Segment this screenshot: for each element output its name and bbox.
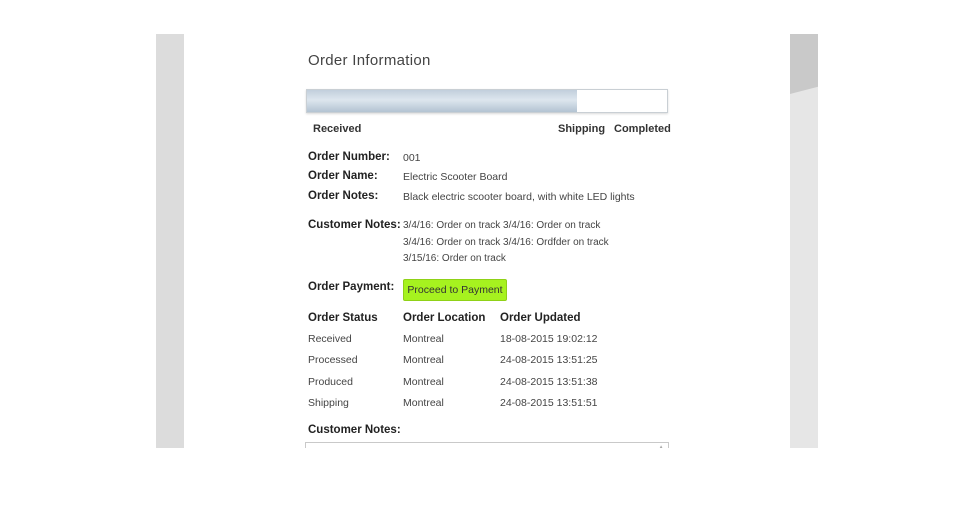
- right-bar-shade: [790, 34, 818, 94]
- col-header-updated: Order Updated: [500, 312, 581, 324]
- row-location: Montreal: [403, 354, 444, 366]
- col-header-status: Order Status: [308, 312, 378, 324]
- order-progress-fill: [307, 90, 577, 112]
- order-name-value: Electric Scooter Board: [403, 171, 508, 183]
- row-location: Montreal: [403, 397, 444, 409]
- proceed-to-payment-button[interactable]: Proceed to Payment: [403, 279, 507, 301]
- order-progress-bar: [306, 89, 668, 113]
- customer-notes-field-label: Customer Notes:: [308, 424, 401, 436]
- row-status: Produced: [308, 376, 353, 388]
- row-updated: 24-08-2015 13:51:51: [500, 397, 598, 409]
- order-name-label: Order Name:: [308, 170, 378, 182]
- scroll-arrow-icon: ▲: [657, 443, 665, 448]
- customer-notes-textarea[interactable]: ▲: [305, 442, 669, 448]
- left-gutter-bar: [156, 34, 184, 448]
- customer-note-line-3: 3/15/16: Order on track: [403, 253, 506, 264]
- customer-notes-label: Customer Notes:: [308, 219, 401, 231]
- row-updated: 24-08-2015 13:51:38: [500, 376, 598, 388]
- row-updated: 24-08-2015 13:51:25: [500, 354, 598, 366]
- row-status: Received: [308, 333, 352, 345]
- order-notes-value: Black electric scooter board, with white…: [403, 191, 635, 203]
- order-payment-label: Order Payment:: [308, 281, 395, 293]
- page-title: Order Information: [308, 52, 431, 69]
- customer-note-line-2: 3/4/16: Order on track 3/4/16: Ordfder o…: [403, 237, 609, 248]
- row-updated: 18-08-2015 19:02:12: [500, 333, 598, 345]
- stage-received: Received: [313, 123, 362, 135]
- order-number-value: 001: [403, 152, 421, 164]
- col-header-location: Order Location: [403, 312, 486, 324]
- order-notes-label: Order Notes:: [308, 190, 379, 202]
- row-status: Processed: [308, 354, 358, 366]
- row-status: Shipping: [308, 397, 349, 409]
- customer-note-line-1: 3/4/16: Order on track 3/4/16: Order on …: [403, 220, 601, 231]
- stage-completed: Completed: [614, 123, 671, 135]
- stage-shipping: Shipping: [558, 123, 606, 135]
- order-number-label: Order Number:: [308, 151, 390, 163]
- order-panel: Order Information Received Shipping Comp…: [184, 34, 790, 448]
- right-gutter-bar: [790, 34, 818, 448]
- row-location: Montreal: [403, 376, 444, 388]
- row-location: Montreal: [403, 333, 444, 345]
